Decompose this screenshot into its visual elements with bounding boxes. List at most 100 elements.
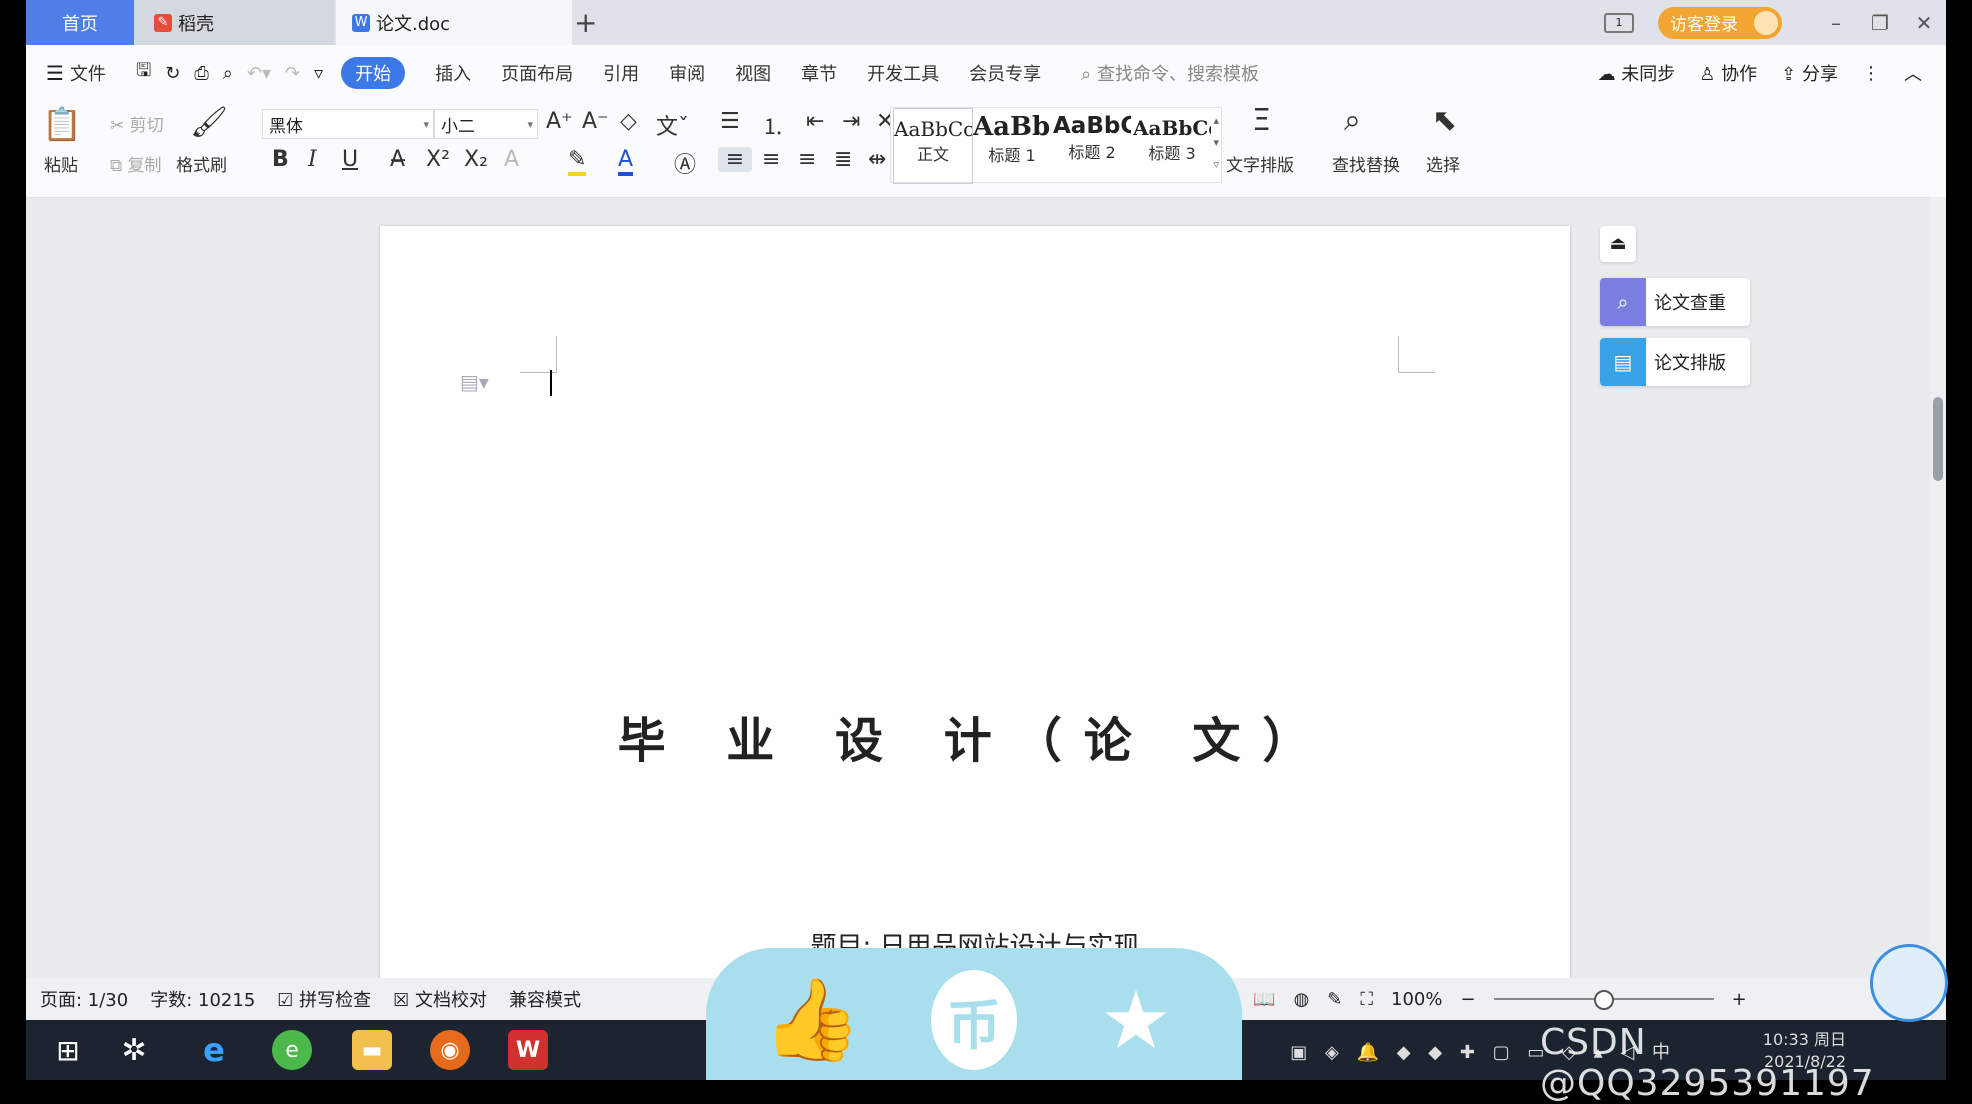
file-explorer-icon[interactable]: ▬: [352, 1030, 392, 1070]
style-heading-3[interactable]: AaBbCcI 标题 3: [1133, 108, 1211, 182]
reading-view-icon[interactable]: 📖: [1253, 989, 1275, 1010]
cut-button[interactable]: ✂ 剪切: [110, 111, 164, 136]
zoom-level[interactable]: 100%: [1391, 989, 1442, 1010]
save-icon[interactable]: 🖫: [136, 58, 151, 88]
phonetic-icon[interactable]: 文ˇ: [656, 109, 689, 141]
menu-file[interactable]: 文件: [70, 60, 106, 86]
redo-icon[interactable]: ↷: [285, 63, 300, 84]
paper-check-button[interactable]: ⌕ 论文查重: [1600, 278, 1750, 326]
menu-view[interactable]: 视图: [735, 60, 771, 86]
grow-font-icon[interactable]: A⁺: [546, 109, 573, 134]
tab-document[interactable]: W 论文.doc: [336, 0, 572, 45]
clear-format-icon[interactable]: ◇: [620, 109, 637, 134]
menu-review[interactable]: 审阅: [669, 60, 705, 86]
bold-icon[interactable]: B: [272, 147, 289, 172]
menu-developer[interactable]: 开发工具: [867, 60, 939, 86]
format-icon[interactable]: ↻: [165, 63, 180, 84]
page-indicator[interactable]: 页面: 1/30: [40, 986, 128, 1012]
find-replace-label[interactable]: 查找替换: [1332, 151, 1400, 176]
increase-indent-icon[interactable]: ⇥: [842, 109, 860, 134]
select-label[interactable]: 选择: [1426, 151, 1460, 176]
hamburger-icon[interactable]: ☰: [46, 61, 64, 85]
style-scroll-icon[interactable]: ▴ ▾ ▿: [1213, 110, 1219, 176]
scrollbar-thumb[interactable]: [1933, 397, 1943, 481]
char-border-icon[interactable]: Ⓐ: [674, 147, 696, 179]
justify-icon[interactable]: ≣: [834, 147, 852, 172]
visitor-login-button[interactable]: 访客登录: [1658, 6, 1782, 39]
decrease-indent-icon[interactable]: ⇤: [806, 109, 824, 134]
share-button[interactable]: ⇪ 分享: [1781, 60, 1838, 86]
numbered-list-icon[interactable]: ⒈: [762, 109, 784, 141]
coin-icon[interactable]: 币: [928, 970, 1020, 1070]
zoom-out-icon[interactable]: −: [1460, 989, 1475, 1010]
strikethrough-icon[interactable]: A̶: [390, 147, 405, 172]
fit-page-icon[interactable]: ⛶: [1360, 989, 1373, 1010]
restore-icon[interactable]: ❐: [1858, 11, 1902, 35]
collaborate-button[interactable]: ♙ 协作: [1699, 60, 1757, 86]
align-left-icon[interactable]: ≡: [718, 147, 752, 172]
font-size-select[interactable]: 小二: [434, 109, 538, 139]
font-name-select[interactable]: 黑体: [262, 109, 434, 139]
style-heading-1[interactable]: AaBb( 标题 1: [973, 108, 1051, 182]
sync-status[interactable]: ☁ 未同步: [1598, 60, 1676, 86]
minimize-icon[interactable]: –: [1814, 11, 1858, 35]
pen-icon[interactable]: ✎: [1327, 989, 1342, 1010]
document-page[interactable]: ▤▾ 毕 业 设 计（论 文） 题目: 日用品网站设计与实现: [380, 226, 1570, 1006]
windows-start-icon[interactable]: ⊞: [48, 1030, 88, 1070]
more-icon[interactable]: ⋮: [1862, 63, 1880, 84]
close-icon[interactable]: ✕: [1902, 11, 1946, 35]
zoom-slider-knob[interactable]: [1593, 990, 1614, 1010]
menu-page-layout[interactable]: 页面布局: [501, 60, 573, 86]
shrink-font-icon[interactable]: A⁻: [582, 109, 609, 134]
wps-taskbar-icon[interactable]: W: [508, 1030, 548, 1070]
media-app-icon[interactable]: ◉: [430, 1030, 470, 1070]
align-right-icon[interactable]: ≡: [798, 147, 816, 172]
thumbs-up-icon[interactable]: 👍: [762, 970, 862, 1070]
zoom-in-icon[interactable]: +: [1732, 989, 1747, 1010]
zoom-slider[interactable]: [1493, 990, 1714, 1010]
star-icon[interactable]: ★: [1090, 970, 1182, 1070]
paper-layout-button[interactable]: ▤ 论文排版: [1600, 338, 1750, 386]
assistant-robot-icon[interactable]: [1870, 944, 1948, 1022]
menu-member[interactable]: 会员专享: [969, 60, 1041, 86]
proofread-button[interactable]: ☒ 文档校对: [393, 986, 487, 1012]
more-quick-icon[interactable]: ▿: [314, 63, 323, 84]
menu-start[interactable]: 开始: [341, 57, 406, 89]
distribute-icon[interactable]: ⇹: [868, 147, 886, 172]
ie-browser-icon[interactable]: e: [194, 1030, 234, 1070]
paragraph-options-icon[interactable]: ▤▾: [460, 370, 489, 394]
collapse-panel-icon[interactable]: ⏏: [1600, 226, 1636, 262]
paste-label[interactable]: 粘贴: [44, 151, 78, 176]
paste-icon[interactable]: 📋: [42, 105, 82, 143]
print-icon[interactable]: ⎙: [194, 63, 208, 84]
style-normal[interactable]: AaBbCcI 正文: [893, 108, 973, 184]
text-effect-icon[interactable]: A: [504, 147, 519, 172]
web-view-icon[interactable]: ◍: [1294, 989, 1310, 1010]
collapse-ribbon-icon[interactable]: ︿: [1904, 60, 1922, 86]
new-tab-icon[interactable]: +: [574, 6, 597, 39]
undo-icon[interactable]: ↶▾: [247, 63, 271, 84]
text-layout-icon[interactable]: Ξ: [1252, 103, 1271, 138]
align-center-icon[interactable]: ≡: [762, 147, 780, 172]
app-pinwheel-icon[interactable]: ✲: [114, 1030, 154, 1070]
text-layout-label[interactable]: 文字排版: [1226, 151, 1294, 176]
copy-button[interactable]: ⧉ 复制: [110, 151, 162, 176]
font-color-icon[interactable]: A: [618, 147, 634, 176]
window-layout-icon[interactable]: 1: [1604, 12, 1634, 33]
select-cursor-icon[interactable]: ⬉: [1432, 103, 1457, 138]
spell-check-button[interactable]: ☑ 拼写检查: [277, 986, 371, 1012]
superscript-icon[interactable]: X²: [426, 147, 450, 172]
command-search[interactable]: ⌕ 查找命令、搜索模板: [1081, 60, 1259, 86]
print-preview-icon[interactable]: ⌕: [223, 63, 233, 84]
format-painter-label[interactable]: 格式刷: [176, 151, 227, 176]
word-count[interactable]: 字数: 10215: [150, 986, 255, 1012]
vertical-scrollbar[interactable]: [1930, 197, 1946, 977]
italic-icon[interactable]: I: [308, 147, 317, 172]
highlight-icon[interactable]: ✎: [568, 147, 587, 176]
menu-chapter[interactable]: 章节: [801, 60, 837, 86]
menu-insert[interactable]: 插入: [435, 60, 471, 86]
underline-icon[interactable]: U: [342, 147, 358, 172]
subscript-icon[interactable]: X₂: [464, 147, 488, 172]
bullet-list-icon[interactable]: ☰: [720, 109, 740, 134]
style-heading-2[interactable]: AaBbC 标题 2: [1053, 108, 1131, 182]
